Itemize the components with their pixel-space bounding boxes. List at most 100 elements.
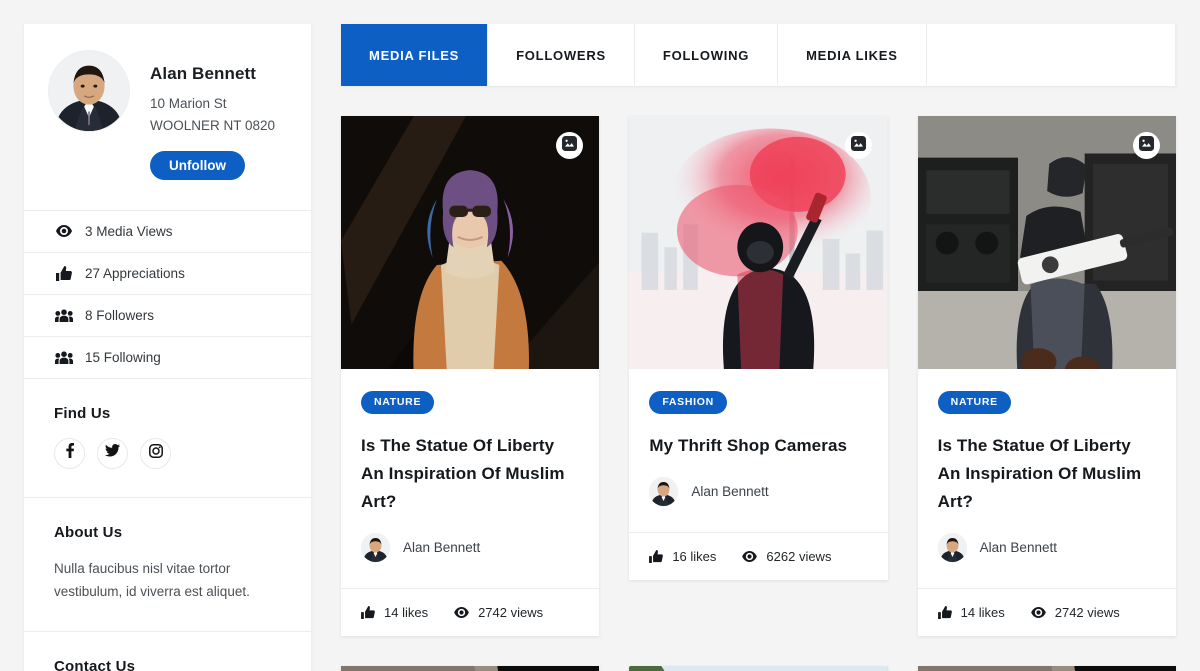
- stat-label: 8 Followers: [85, 307, 155, 323]
- avatar: [649, 477, 679, 507]
- contact-us-section: Contact Us: [24, 632, 311, 671]
- eye-icon: [1030, 607, 1046, 619]
- about-us-section: About Us Nulla faucibus nisl vitae torto…: [24, 498, 311, 633]
- card-footer: 14 likes 2742 views: [341, 588, 600, 636]
- page-root: Alan Bennett 10 Marion St WOOLNER NT 082…: [0, 0, 1200, 671]
- card-author[interactable]: Alan Bennett: [937, 533, 1156, 563]
- profile-header: Alan Bennett 10 Marion St WOOLNER NT 082…: [24, 24, 311, 210]
- card-image[interactable]: [917, 666, 1176, 671]
- views-metric[interactable]: 6262 views: [742, 549, 831, 564]
- tab-following[interactable]: FOLLOWING: [635, 24, 779, 86]
- image-icon: [562, 135, 578, 156]
- card-footer: 14 likes 2742 views: [917, 588, 1176, 636]
- media-card[interactable]: [629, 666, 888, 671]
- card-title[interactable]: Is The Statue Of Liberty An Inspiration …: [361, 432, 579, 516]
- card-image[interactable]: [917, 116, 1176, 369]
- tab-bar: MEDIA FILES FOLLOWERS FOLLOWING MEDIA LI…: [341, 24, 1176, 86]
- card-title[interactable]: My Thrift Shop Cameras: [649, 432, 867, 460]
- avatar: [937, 533, 967, 563]
- views-count: 2742 views: [1054, 605, 1120, 621]
- likes-metric[interactable]: 14 likes: [361, 605, 428, 620]
- views-count: 6262 views: [766, 549, 832, 565]
- profile-sidebar: Alan Bennett 10 Marion St WOOLNER NT 082…: [24, 24, 311, 671]
- card-footer: 16 likes 6262 views: [629, 532, 888, 580]
- image-badge[interactable]: [1133, 132, 1160, 159]
- tab-media-files[interactable]: MEDIA FILES: [341, 24, 489, 86]
- image-icon: [850, 135, 866, 156]
- users-icon: [54, 309, 73, 322]
- stat-appreciations[interactable]: 27 Appreciations: [24, 253, 311, 295]
- profile-address-line2: WOOLNER NT 0820: [150, 117, 276, 133]
- tab-bar-filler: [927, 24, 1176, 86]
- image-badge[interactable]: [844, 132, 872, 159]
- category-badge[interactable]: NATURE: [937, 391, 1011, 414]
- stat-label: 15 Following: [85, 349, 161, 365]
- stat-media-views[interactable]: 3 Media Views: [24, 211, 311, 253]
- views-metric[interactable]: 2742 views: [1030, 605, 1120, 621]
- facebook-link[interactable]: [54, 437, 85, 469]
- eye-icon: [454, 607, 469, 619]
- likes-count: 14 likes: [960, 605, 1005, 621]
- media-card[interactable]: NATURE Is The Statue Of Liberty An Inspi…: [341, 116, 600, 637]
- likes-count: 16 likes: [672, 549, 717, 565]
- stat-label: 3 Media Views: [85, 223, 173, 239]
- users-icon: [54, 351, 73, 364]
- card-body: NATURE Is The Statue Of Liberty An Inspi…: [341, 369, 599, 588]
- author-name: Alan Bennett: [979, 540, 1057, 556]
- avatar: [48, 50, 130, 132]
- tab-media-likes[interactable]: MEDIA LIKES: [778, 24, 927, 86]
- eye-icon: [54, 225, 73, 238]
- card-author[interactable]: Alan Bennett: [649, 477, 867, 507]
- media-card[interactable]: FASHION My Thrift Shop Cameras Alan Benn…: [629, 116, 888, 581]
- card-image[interactable]: [629, 666, 888, 671]
- about-us-text: Nulla faucibus nisl vitae tortor vestibu…: [54, 560, 250, 599]
- media-card[interactable]: [341, 666, 600, 671]
- unfollow-button[interactable]: Unfollow: [150, 150, 245, 180]
- thumbs-up-icon: [937, 606, 952, 620]
- profile-stats-list: 3 Media Views 27 Appreciations 8 Followe…: [24, 209, 311, 379]
- media-card[interactable]: NATURE Is The Statue Of Liberty An Inspi…: [917, 116, 1176, 637]
- stat-following[interactable]: 15 Following: [24, 337, 311, 379]
- card-image[interactable]: [341, 666, 600, 671]
- find-us-title: Find Us: [54, 404, 111, 422]
- card-body: NATURE Is The Statue Of Liberty An Inspi…: [918, 369, 1176, 588]
- instagram-link[interactable]: [140, 437, 171, 469]
- thumbs-up-icon: [54, 265, 73, 281]
- profile-info: Alan Bennett 10 Marion St WOOLNER NT 082…: [150, 50, 275, 180]
- tab-followers[interactable]: FOLLOWERS: [488, 24, 635, 86]
- likes-count: 14 likes: [384, 605, 429, 621]
- page-title: Alan Bennett: [150, 64, 257, 83]
- likes-metric[interactable]: 16 likes: [649, 549, 716, 564]
- facebook-icon: [65, 443, 74, 463]
- about-us-title: About Us: [54, 523, 123, 541]
- profile-address-line1: 10 Marion St: [150, 96, 227, 111]
- likes-metric[interactable]: 14 likes: [937, 605, 1005, 621]
- stat-followers[interactable]: 8 Followers: [24, 295, 311, 337]
- eye-icon: [742, 551, 758, 563]
- card-image-graphic: [629, 666, 888, 671]
- card-image-graphic: [917, 666, 1176, 671]
- views-metric[interactable]: 2742 views: [454, 605, 543, 620]
- card-image[interactable]: [341, 116, 600, 369]
- main-content: MEDIA FILES FOLLOWERS FOLLOWING MEDIA LI…: [341, 24, 1176, 671]
- category-badge[interactable]: FASHION: [649, 391, 727, 414]
- card-title[interactable]: Is The Statue Of Liberty An Inspiration …: [938, 432, 1156, 516]
- author-name: Alan Bennett: [691, 484, 769, 500]
- avatar: [361, 533, 390, 563]
- twitter-icon: [105, 444, 120, 462]
- author-name: Alan Bennett: [403, 540, 481, 556]
- views-count: 2742 views: [478, 605, 544, 621]
- thumbs-up-icon: [361, 606, 375, 620]
- card-image[interactable]: [629, 116, 888, 369]
- twitter-link[interactable]: [97, 437, 128, 469]
- card-author[interactable]: Alan Bennett: [361, 533, 579, 563]
- category-badge[interactable]: NATURE: [361, 391, 435, 414]
- media-card[interactable]: [917, 666, 1176, 671]
- contact-us-title: Contact Us: [54, 658, 136, 671]
- find-us-section: Find Us: [24, 379, 311, 498]
- thumbs-up-icon: [649, 550, 664, 564]
- instagram-icon: [148, 443, 163, 463]
- stat-label: 27 Appreciations: [85, 265, 185, 281]
- card-image-graphic: [341, 666, 600, 671]
- image-icon: [1139, 135, 1154, 156]
